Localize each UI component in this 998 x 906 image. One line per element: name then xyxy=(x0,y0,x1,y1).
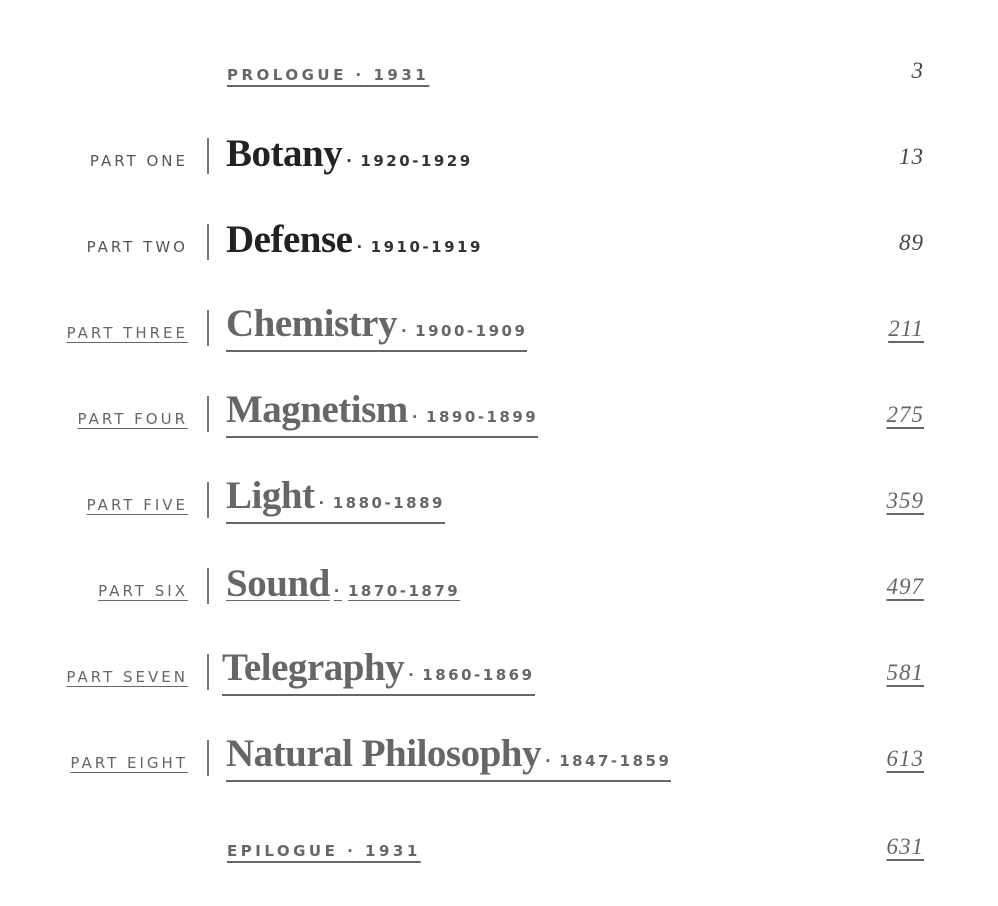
epilogue-year: 1931 xyxy=(365,842,421,860)
dot-separator: · xyxy=(347,842,357,860)
part-label: PART ONE xyxy=(89,152,188,170)
vertical-divider xyxy=(207,310,209,346)
entry-title-group: Defense · 1910-1919 xyxy=(226,217,483,266)
page-link[interactable]: 359 xyxy=(887,488,925,514)
epilogue-link[interactable]: EPILOGUE · 1931 xyxy=(227,842,421,860)
section-title: Botany xyxy=(226,132,343,175)
section-link[interactable]: Chemistry · 1900-1909 xyxy=(226,301,528,352)
dot-separator: · xyxy=(400,322,410,340)
toc-row: PART SEVEN Telegraphy · 1860-1869 581 xyxy=(0,642,998,702)
year-range: 1920-1929 xyxy=(360,152,473,170)
epilogue-label: EPILOGUE xyxy=(227,842,339,860)
page-link[interactable]: 581 xyxy=(887,660,925,686)
page-link[interactable]: 497 xyxy=(887,574,925,600)
vertical-divider xyxy=(207,396,209,432)
dot-separator: · xyxy=(318,494,327,512)
page-number: 13 xyxy=(899,144,924,169)
page-number: 3 xyxy=(911,58,924,83)
section-link[interactable]: Sound · 1870-1879 xyxy=(226,561,460,610)
toc-row: PART EIGHT Natural Philosophy · 1847-1859 … xyxy=(0,728,998,788)
section-link[interactable]: Telegraphy · 1860-1869 xyxy=(222,645,535,696)
prologue-label: PROLOGUE xyxy=(227,66,347,84)
section-title: Defense xyxy=(226,218,353,261)
prologue-year: 1931 xyxy=(373,66,430,84)
year-range: 1880-1889 xyxy=(332,494,445,512)
year-range: 1870-1879 xyxy=(347,582,461,600)
page-number: 89 xyxy=(899,230,924,255)
part-link[interactable]: PART SIX xyxy=(98,582,188,600)
dot-separator: · xyxy=(346,152,355,170)
part-link[interactable]: PART EIGHT xyxy=(70,754,188,772)
page-link[interactable]: 613 xyxy=(887,746,925,772)
part-link[interactable]: PART THREE xyxy=(67,324,188,342)
dot-separator: · xyxy=(356,238,365,256)
section-title: Magnetism xyxy=(226,388,408,431)
entry-title-group: Botany · 1920-1929 xyxy=(226,131,473,180)
page-link[interactable]: 211 xyxy=(888,316,924,342)
section-link[interactable]: Magnetism · 1890-1899 xyxy=(226,387,539,438)
year-range: 1847-1859 xyxy=(559,752,672,770)
part-link[interactable]: PART FOUR xyxy=(78,410,188,428)
section-title: Light xyxy=(226,474,315,517)
year-range: 1910-1919 xyxy=(370,238,483,256)
vertical-divider xyxy=(207,482,209,518)
dot-separator: · xyxy=(333,582,342,600)
vertical-divider xyxy=(207,224,209,260)
vertical-divider xyxy=(207,138,209,174)
section-title: Natural Philosophy xyxy=(226,732,541,775)
section-title: Chemistry xyxy=(226,302,397,345)
vertical-divider xyxy=(207,568,209,604)
page-link[interactable]: 631 xyxy=(887,834,925,860)
section-link[interactable]: Natural Philosophy · 1847-1859 xyxy=(226,731,672,782)
dot-separator: · xyxy=(355,66,365,84)
page-link[interactable]: 275 xyxy=(887,402,925,428)
part-label: PART TWO xyxy=(86,238,188,256)
year-range: 1890-1899 xyxy=(426,408,539,426)
toc-row: PART TWO Defense · 1910-1919 89 xyxy=(0,212,998,272)
vertical-divider xyxy=(207,654,209,690)
dot-separator: · xyxy=(408,666,417,684)
toc-row: PART ONE Botany · 1920-1929 13 xyxy=(0,126,998,186)
part-link[interactable]: PART FIVE xyxy=(87,496,188,514)
dot-separator: · xyxy=(411,408,421,426)
toc-row: PART FIVE Light · 1880-1889 359 xyxy=(0,470,998,530)
year-range: 1860-1869 xyxy=(422,666,535,684)
toc-row: PART THREE Chemistry · 1900-1909 211 xyxy=(0,298,998,358)
prologue-link[interactable]: PROLOGUE · 1931 xyxy=(227,66,429,84)
year-range: 1900-1909 xyxy=(415,322,528,340)
toc-row-prologue: PROLOGUE · 1931 3 xyxy=(0,40,998,100)
dot-separator: · xyxy=(544,752,554,770)
toc-row-epilogue: EPILOGUE · 1931 631 xyxy=(0,816,998,876)
toc-row: PART FOUR Magnetism · 1890-1899 275 xyxy=(0,384,998,444)
toc-row: PART SIX Sound · 1870-1879 497 xyxy=(0,556,998,616)
section-title: Telegraphy xyxy=(222,646,405,689)
section-link[interactable]: Light · 1880-1889 xyxy=(226,473,445,524)
section-title: Sound xyxy=(226,562,330,605)
vertical-divider xyxy=(207,740,209,776)
part-link[interactable]: PART SEVEN xyxy=(66,668,188,686)
